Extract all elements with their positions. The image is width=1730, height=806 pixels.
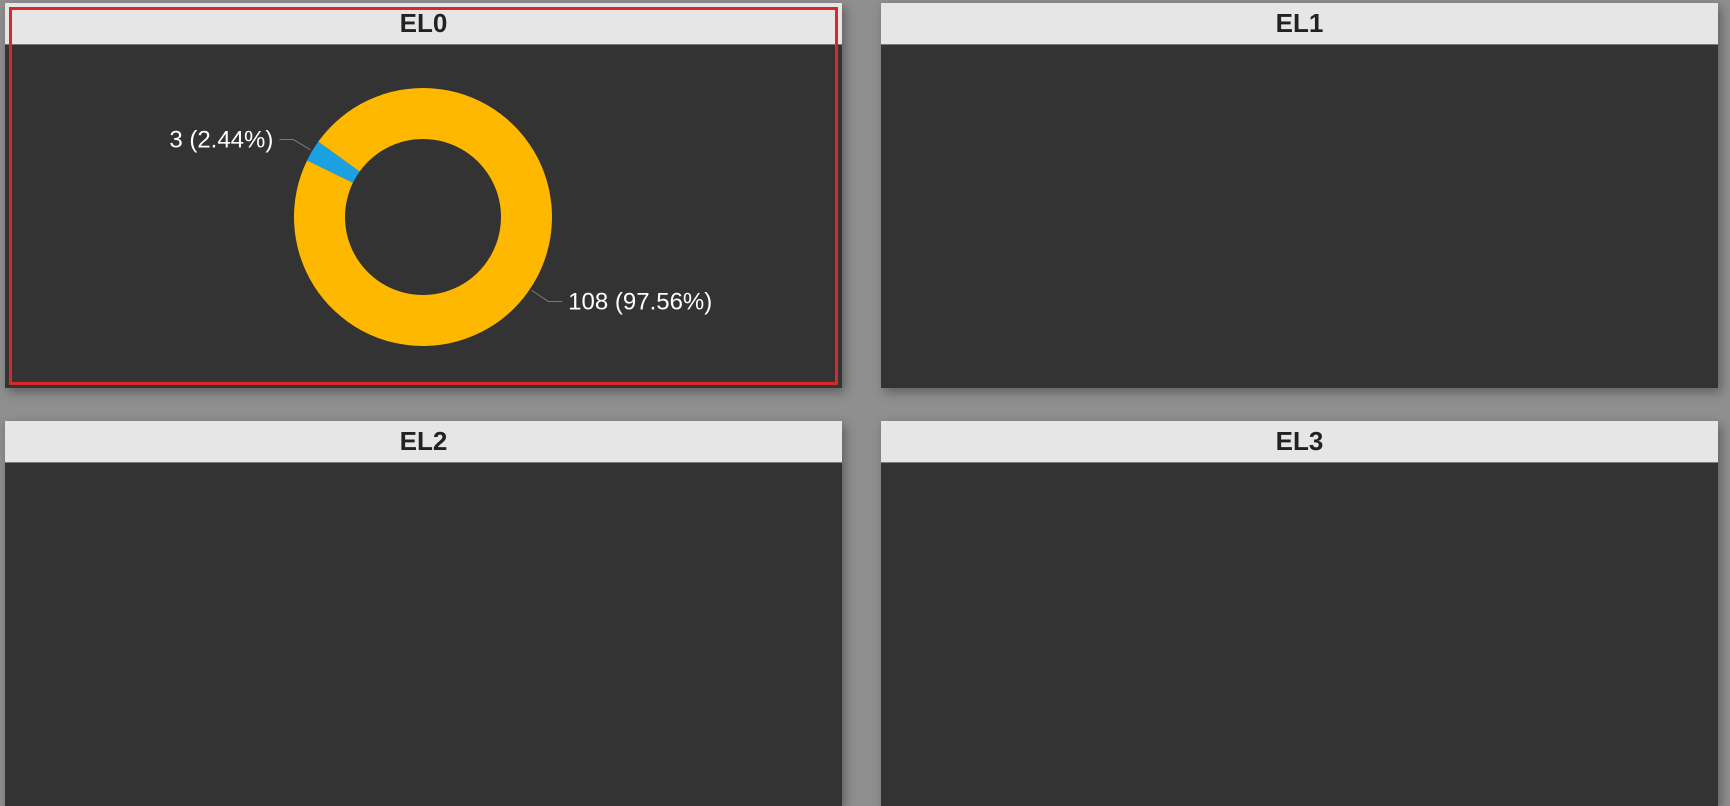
panel-title: EL3 — [881, 421, 1718, 463]
donut-chart[interactable]: 3 (2.44%) 108 (97.56%) — [5, 45, 842, 388]
leader-line-0 — [279, 139, 311, 151]
data-label-1: 108 (97.56%) — [568, 288, 712, 315]
chart-area: 3 (2.44%) 108 (97.56%) — [5, 45, 842, 388]
panel-title: EL1 — [881, 3, 1718, 45]
panel-el0[interactable]: EL0 3 (2.44%) 108 (97.56%) — [5, 3, 842, 388]
panel-el3[interactable]: EL3 — [881, 421, 1718, 806]
chart-area — [881, 45, 1718, 388]
donut-slice-1[interactable] — [294, 88, 552, 347]
data-label-0: 3 (2.44%) — [169, 127, 273, 154]
leader-line-1 — [531, 289, 563, 302]
chart-area — [881, 463, 1718, 806]
panel-title: EL2 — [5, 421, 842, 463]
chart-area — [5, 463, 842, 806]
panel-el2[interactable]: EL2 — [5, 421, 842, 806]
panel-title: EL0 — [5, 3, 842, 45]
panel-el1[interactable]: EL1 — [881, 3, 1718, 388]
